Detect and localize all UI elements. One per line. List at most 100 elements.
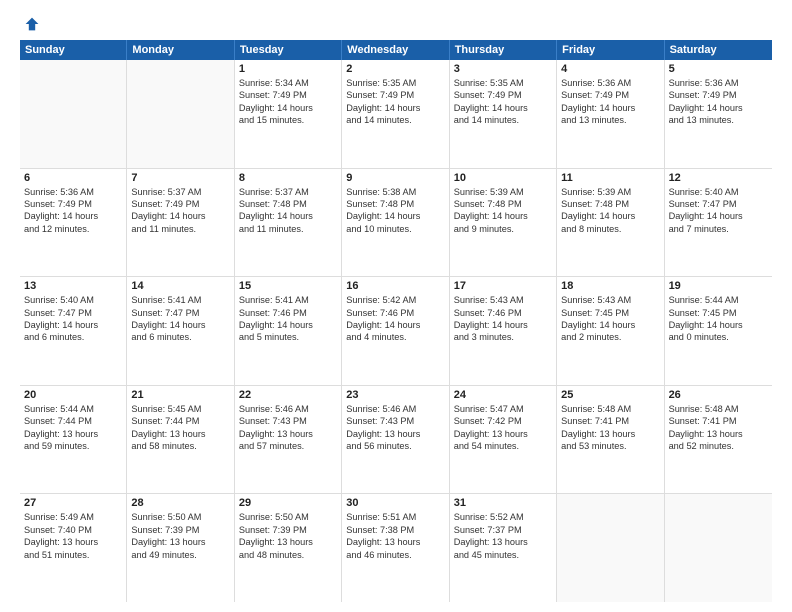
cell-line: Daylight: 14 hours xyxy=(454,102,552,114)
cell-line: Sunrise: 5:38 AM xyxy=(346,186,444,198)
logo xyxy=(20,16,40,32)
cal-cell-18: 18Sunrise: 5:43 AMSunset: 7:45 PMDayligh… xyxy=(557,277,664,385)
cal-cell-11: 11Sunrise: 5:39 AMSunset: 7:48 PMDayligh… xyxy=(557,169,664,277)
calendar-body: 1Sunrise: 5:34 AMSunset: 7:49 PMDaylight… xyxy=(20,60,772,602)
cal-cell-empty xyxy=(665,494,772,602)
day-number: 25 xyxy=(561,389,659,401)
cell-line: Daylight: 14 hours xyxy=(131,210,229,222)
cal-cell-8: 8Sunrise: 5:37 AMSunset: 7:48 PMDaylight… xyxy=(235,169,342,277)
day-number: 8 xyxy=(239,172,337,184)
cell-line: Sunrise: 5:42 AM xyxy=(346,294,444,306)
cell-line: Sunset: 7:48 PM xyxy=(454,198,552,210)
cal-header-thursday: Thursday xyxy=(450,40,557,60)
day-number: 21 xyxy=(131,389,229,401)
day-number: 4 xyxy=(561,63,659,75)
logo-icon xyxy=(24,16,40,32)
day-number: 23 xyxy=(346,389,444,401)
cell-line: Daylight: 14 hours xyxy=(669,319,768,331)
cell-line: Sunrise: 5:45 AM xyxy=(131,403,229,415)
calendar-row-1: 6Sunrise: 5:36 AMSunset: 7:49 PMDaylight… xyxy=(20,169,772,278)
cell-line: and 59 minutes. xyxy=(24,440,122,452)
cal-cell-27: 27Sunrise: 5:49 AMSunset: 7:40 PMDayligh… xyxy=(20,494,127,602)
cell-line: Sunrise: 5:44 AM xyxy=(669,294,768,306)
cell-line: and 11 minutes. xyxy=(131,223,229,235)
cell-line: Daylight: 14 hours xyxy=(561,102,659,114)
cell-line: and 46 minutes. xyxy=(346,549,444,561)
cell-line: Sunset: 7:48 PM xyxy=(561,198,659,210)
day-number: 27 xyxy=(24,497,122,509)
page: SundayMondayTuesdayWednesdayThursdayFrid… xyxy=(0,0,792,612)
cell-line: and 8 minutes. xyxy=(561,223,659,235)
cell-line: and 58 minutes. xyxy=(131,440,229,452)
cell-line: Daylight: 14 hours xyxy=(561,319,659,331)
cal-cell-28: 28Sunrise: 5:50 AMSunset: 7:39 PMDayligh… xyxy=(127,494,234,602)
day-number: 24 xyxy=(454,389,552,401)
cell-line: Sunset: 7:45 PM xyxy=(669,307,768,319)
cell-line: Sunrise: 5:37 AM xyxy=(131,186,229,198)
cell-line: Daylight: 14 hours xyxy=(24,210,122,222)
cal-cell-2: 2Sunrise: 5:35 AMSunset: 7:49 PMDaylight… xyxy=(342,60,449,168)
day-number: 9 xyxy=(346,172,444,184)
cell-line: Sunset: 7:44 PM xyxy=(24,415,122,427)
cell-line: Sunset: 7:46 PM xyxy=(346,307,444,319)
cal-cell-22: 22Sunrise: 5:46 AMSunset: 7:43 PMDayligh… xyxy=(235,386,342,494)
day-number: 31 xyxy=(454,497,552,509)
cell-line: Daylight: 14 hours xyxy=(454,319,552,331)
cal-cell-10: 10Sunrise: 5:39 AMSunset: 7:48 PMDayligh… xyxy=(450,169,557,277)
cell-line: Sunrise: 5:52 AM xyxy=(454,511,552,523)
cell-line: Daylight: 13 hours xyxy=(346,536,444,548)
day-number: 26 xyxy=(669,389,768,401)
cell-line: Sunrise: 5:39 AM xyxy=(561,186,659,198)
cell-line: Sunset: 7:49 PM xyxy=(24,198,122,210)
cell-line: Sunset: 7:49 PM xyxy=(131,198,229,210)
cal-cell-7: 7Sunrise: 5:37 AMSunset: 7:49 PMDaylight… xyxy=(127,169,234,277)
cal-cell-24: 24Sunrise: 5:47 AMSunset: 7:42 PMDayligh… xyxy=(450,386,557,494)
cell-line: Daylight: 14 hours xyxy=(346,319,444,331)
cell-line: Sunrise: 5:37 AM xyxy=(239,186,337,198)
cell-line: and 6 minutes. xyxy=(131,331,229,343)
cell-line: Daylight: 14 hours xyxy=(454,210,552,222)
cell-line: Sunset: 7:49 PM xyxy=(669,89,768,101)
cell-line: Daylight: 14 hours xyxy=(669,210,768,222)
cal-cell-15: 15Sunrise: 5:41 AMSunset: 7:46 PMDayligh… xyxy=(235,277,342,385)
cell-line: Sunrise: 5:36 AM xyxy=(561,77,659,89)
cell-line: Sunset: 7:38 PM xyxy=(346,524,444,536)
cell-line: Sunset: 7:41 PM xyxy=(669,415,768,427)
cell-line: Daylight: 14 hours xyxy=(239,102,337,114)
cell-line: Sunrise: 5:39 AM xyxy=(454,186,552,198)
calendar-row-2: 13Sunrise: 5:40 AMSunset: 7:47 PMDayligh… xyxy=(20,277,772,386)
cell-line: Sunrise: 5:43 AM xyxy=(561,294,659,306)
day-number: 13 xyxy=(24,280,122,292)
cell-line: and 13 minutes. xyxy=(669,114,768,126)
cell-line: Daylight: 13 hours xyxy=(24,428,122,440)
day-number: 28 xyxy=(131,497,229,509)
cal-cell-25: 25Sunrise: 5:48 AMSunset: 7:41 PMDayligh… xyxy=(557,386,664,494)
cell-line: Sunrise: 5:49 AM xyxy=(24,511,122,523)
day-number: 12 xyxy=(669,172,768,184)
cell-line: and 4 minutes. xyxy=(346,331,444,343)
cell-line: Daylight: 13 hours xyxy=(239,536,337,548)
cell-line: Daylight: 14 hours xyxy=(346,210,444,222)
cell-line: Sunrise: 5:34 AM xyxy=(239,77,337,89)
cell-line: and 10 minutes. xyxy=(346,223,444,235)
calendar-header-row: SundayMondayTuesdayWednesdayThursdayFrid… xyxy=(20,40,772,60)
cal-cell-13: 13Sunrise: 5:40 AMSunset: 7:47 PMDayligh… xyxy=(20,277,127,385)
cal-header-wednesday: Wednesday xyxy=(342,40,449,60)
day-number: 5 xyxy=(669,63,768,75)
cell-line: and 53 minutes. xyxy=(561,440,659,452)
cell-line: Sunrise: 5:46 AM xyxy=(239,403,337,415)
cell-line: Sunset: 7:43 PM xyxy=(239,415,337,427)
cal-header-saturday: Saturday xyxy=(665,40,772,60)
cell-line: Sunrise: 5:47 AM xyxy=(454,403,552,415)
cell-line: Daylight: 13 hours xyxy=(346,428,444,440)
cal-cell-9: 9Sunrise: 5:38 AMSunset: 7:48 PMDaylight… xyxy=(342,169,449,277)
cell-line: Sunset: 7:48 PM xyxy=(239,198,337,210)
cell-line: and 12 minutes. xyxy=(24,223,122,235)
cell-line: and 3 minutes. xyxy=(454,331,552,343)
cal-cell-empty xyxy=(20,60,127,168)
cell-line: Daylight: 13 hours xyxy=(669,428,768,440)
cell-line: Sunset: 7:42 PM xyxy=(454,415,552,427)
cal-cell-19: 19Sunrise: 5:44 AMSunset: 7:45 PMDayligh… xyxy=(665,277,772,385)
cell-line: Sunrise: 5:50 AM xyxy=(239,511,337,523)
cell-line: and 14 minutes. xyxy=(454,114,552,126)
